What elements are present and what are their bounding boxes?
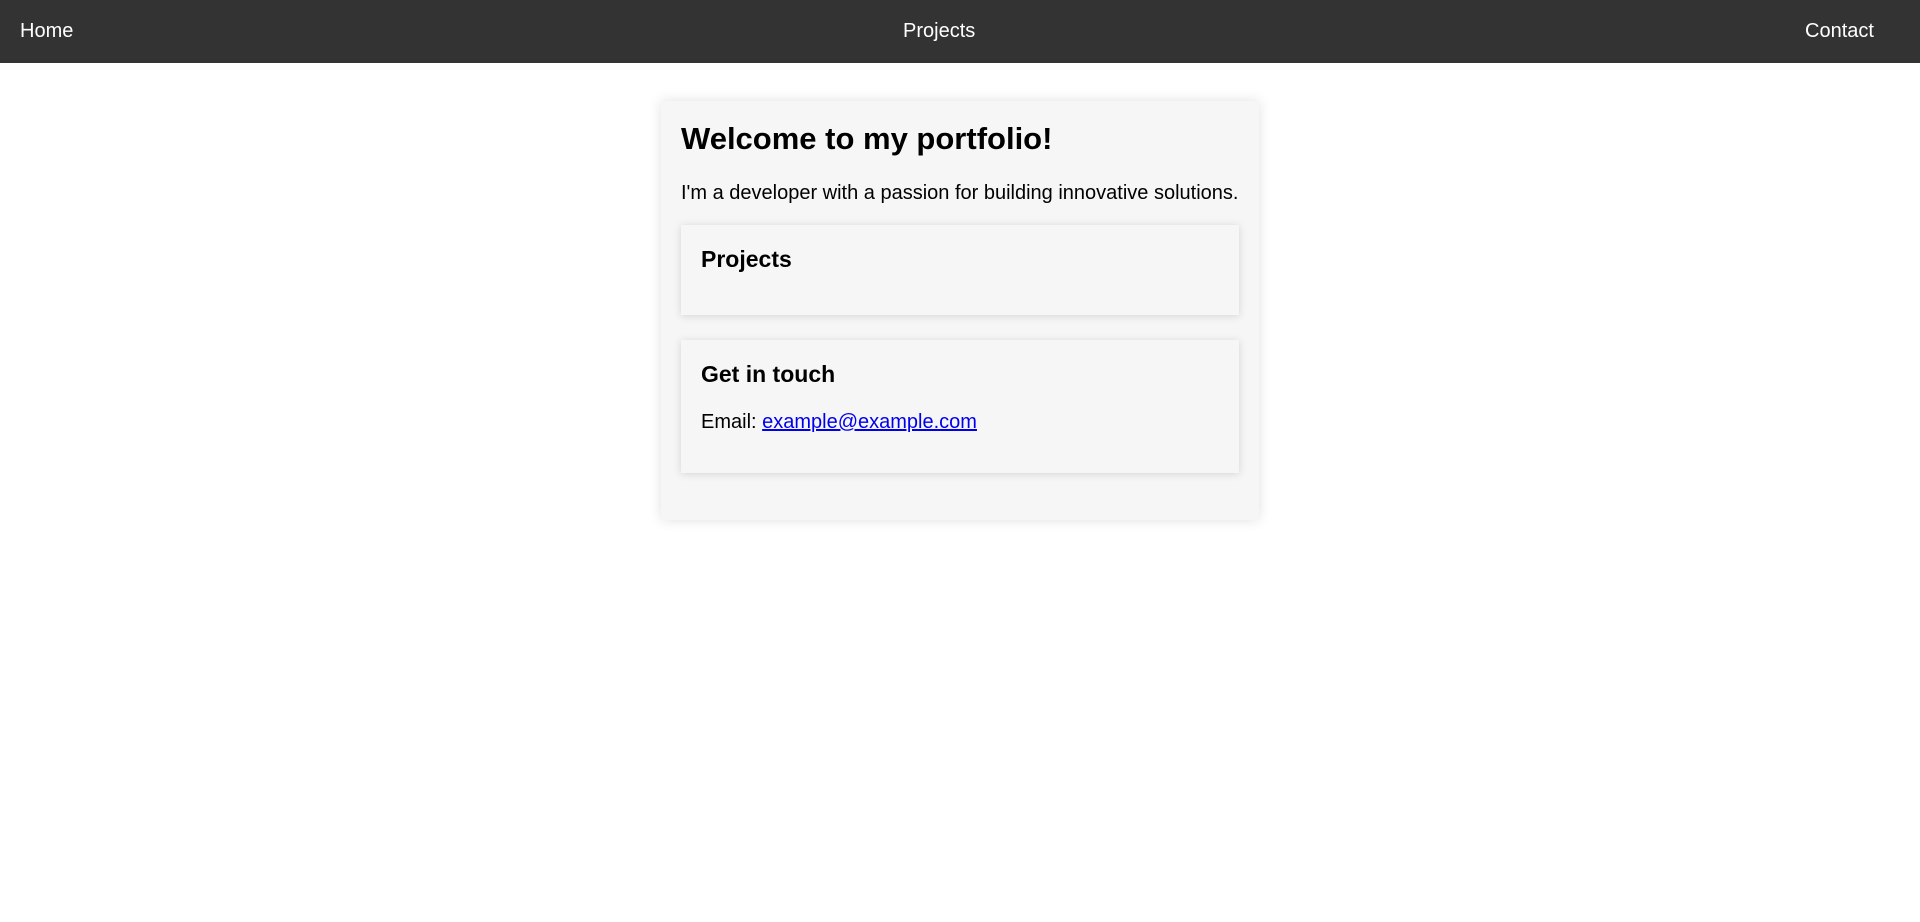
email-link[interactable]: example@example.com (762, 411, 977, 433)
nav-projects-link[interactable]: Projects (903, 19, 975, 43)
nav-home-link[interactable]: Home (20, 19, 73, 43)
intro-text: I'm a developer with a passion for build… (681, 182, 1239, 204)
email-label: Email: (701, 411, 763, 433)
contact-section: Get in touch Email: example@example.com (681, 340, 1239, 473)
projects-heading: Projects (701, 246, 792, 272)
portfolio-card: Welcome to my portfolio! I'm a developer… (661, 101, 1259, 520)
contact-heading: Get in touch (701, 361, 836, 387)
projects-section: Projects (681, 225, 1239, 315)
page-title: Welcome to my portfolio! (681, 121, 1053, 156)
nav-contact-link[interactable]: Contact (1805, 19, 1874, 43)
top-navbar: Home Projects Contact (0, 0, 1920, 63)
email-line: Email: example@example.com (701, 410, 977, 434)
